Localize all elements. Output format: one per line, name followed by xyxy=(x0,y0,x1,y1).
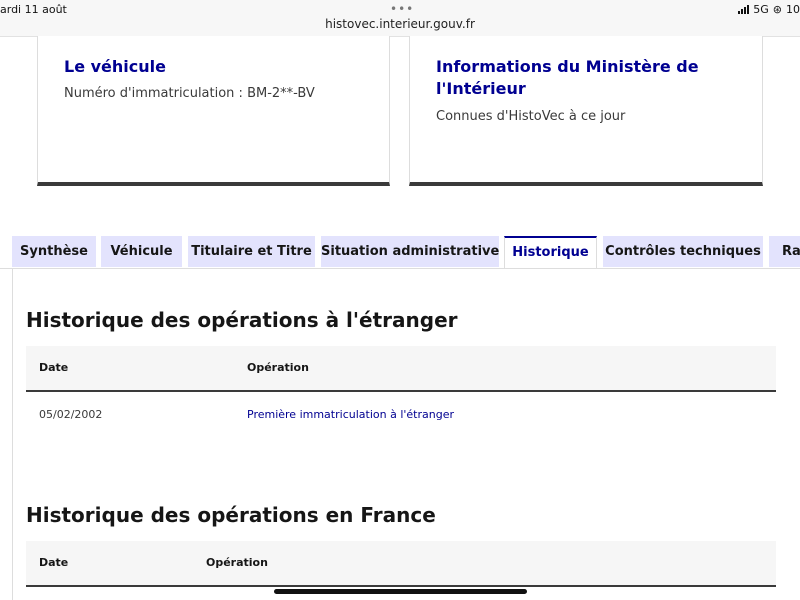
section-title-france: Historique des opérations en France xyxy=(26,503,436,527)
more-options-icon[interactable]: ••• xyxy=(390,2,414,16)
column-header-operation: Opération xyxy=(206,556,268,569)
orientation-lock-icon: ⊛ xyxy=(772,3,782,16)
table-header-foreign: Date Opération xyxy=(26,346,776,392)
status-bar: ardi 11 août ••• histovec.interieur.gouv… xyxy=(0,0,800,37)
network-type: 5G xyxy=(753,3,769,16)
tab-rapport[interactable]: Rap xyxy=(769,236,800,267)
signal-icon xyxy=(738,5,750,14)
ministry-card-title: Informations du Ministère de l'Intérieur xyxy=(436,57,699,98)
vehicle-card-text: Numéro d'immatriculation : BM-2**-BV xyxy=(64,86,315,101)
status-date: ardi 11 août xyxy=(0,3,67,16)
vehicle-card: Le véhicule Numéro d'immatriculation : B… xyxy=(37,36,390,186)
tab-controles-techniques[interactable]: Contrôles techniques xyxy=(603,236,763,267)
section-title-foreign: Historique des opérations à l'étranger xyxy=(26,308,458,332)
row-operation-link[interactable]: Première immatriculation à l'étranger xyxy=(247,392,454,438)
battery-level: 10 xyxy=(786,3,800,16)
column-header-date: Date xyxy=(39,556,69,569)
status-indicators: 5G ⊛ 10 xyxy=(738,3,800,16)
ministry-card: Informations du Ministère de l'Intérieur… xyxy=(409,36,763,186)
row-date: 05/02/2002 xyxy=(39,408,103,421)
tab-historique[interactable]: Historique xyxy=(504,236,597,268)
tab-situation-administrative[interactable]: Situation administrative xyxy=(321,236,499,267)
home-indicator[interactable] xyxy=(274,589,527,594)
tab-bar: Synthèse Véhicule Titulaire et Titre Sit… xyxy=(0,236,800,269)
table-header-france: Date Opération xyxy=(26,541,776,587)
column-header-date: Date xyxy=(39,361,69,374)
tab-synthese[interactable]: Synthèse xyxy=(12,236,96,267)
column-header-operation: Opération xyxy=(247,361,309,374)
historique-panel: Historique des opérations à l'étranger D… xyxy=(12,268,800,600)
table-row: 05/02/2002 Première immatriculation à l'… xyxy=(26,392,776,438)
vehicle-card-title: Le véhicule xyxy=(64,57,166,76)
url-bar[interactable]: histovec.interieur.gouv.fr xyxy=(0,17,800,31)
tab-vehicule[interactable]: Véhicule xyxy=(101,236,182,267)
ministry-card-text: Connues d'HistoVec à ce jour xyxy=(436,109,626,124)
tab-titulaire-titre[interactable]: Titulaire et Titre xyxy=(188,236,315,267)
